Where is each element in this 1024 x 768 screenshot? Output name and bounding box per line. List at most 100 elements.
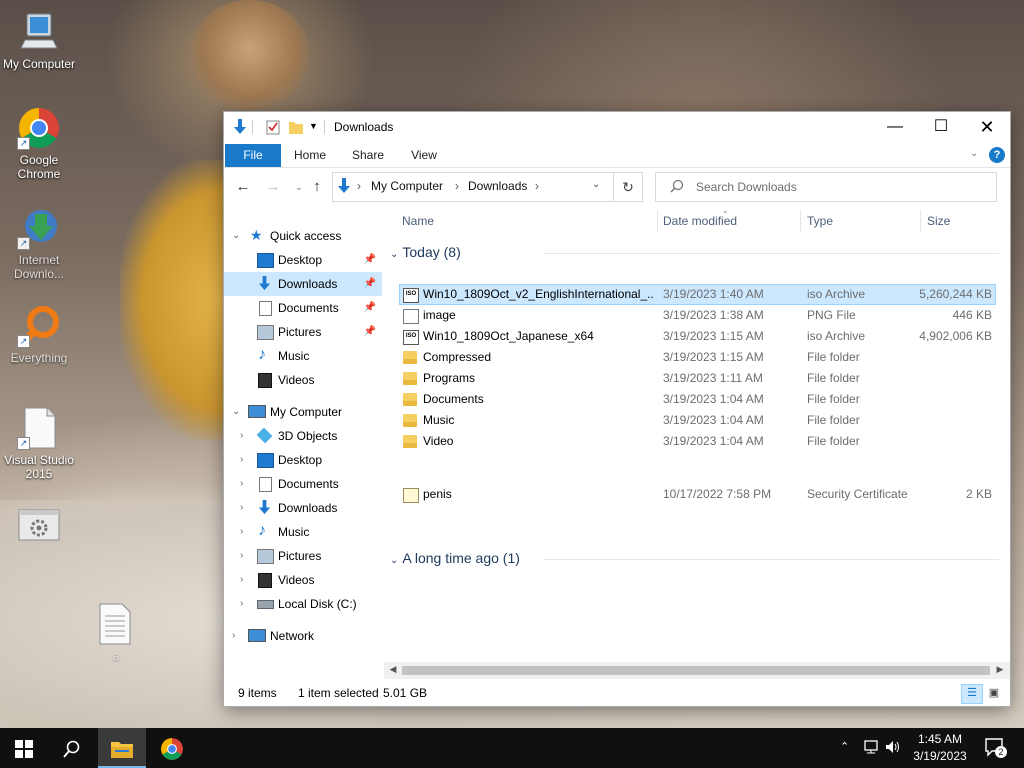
desktop-icon-my-computer[interactable]: My Computer [1,10,77,71]
collapsed-chevron-icon[interactable]: › [240,448,250,472]
group-header-today[interactable]: ⌄ Today (8) [390,244,461,260]
file-type: iso Archive [807,287,866,301]
taskbar-chrome-icon[interactable] [148,728,196,768]
nav-local-disk[interactable]: › Local Disk (C:) [224,592,382,616]
group-collapse-chevron-icon[interactable]: ⌄ [390,249,398,260]
up-arrow-icon[interactable]: ↑ [306,176,328,198]
back-arrow-icon[interactable]: ← [232,176,254,198]
desktop-icon-settings-shortcut[interactable] [1,508,77,555]
tab-home[interactable]: Home [286,144,334,167]
column-divider[interactable] [920,210,921,232]
column-header-name[interactable]: Name [402,214,434,228]
desktop-icon-internet-download-manager[interactable]: ↗ Internet Downlo... [1,206,77,281]
breadcrumb-downloads[interactable]: Downloads [468,179,527,193]
taskbar-file-explorer-icon[interactable] [98,728,146,768]
close-button[interactable]: ✕ [964,112,1010,142]
column-header-date-modified[interactable]: Date modified [663,214,737,228]
taskbar-clock[interactable]: 1:45 AM 3/19/2023 [900,731,980,765]
pin-icon[interactable]: 📌 [364,248,376,272]
new-folder-icon[interactable] [288,118,304,136]
file-row[interactable]: penis 10/17/2022 7:58 PM Security Certific… [399,484,996,505]
nav-quick-music[interactable]: ♪ Music [224,344,382,368]
pin-icon[interactable]: 📌 [364,320,376,344]
nav-videos[interactable]: › Videos [224,568,382,592]
file-row[interactable]: Music 3/19/2023 1:04 AM File folder [399,410,996,431]
column-header-type[interactable]: Type [807,214,833,228]
address-bar[interactable]: › My Computer › Downloads › ⌄ [332,172,614,202]
minimize-button[interactable]: — [872,112,918,142]
tab-file[interactable]: File [225,144,281,167]
collapsed-chevron-icon[interactable]: › [240,544,250,568]
maximize-button[interactable]: ☐ [918,112,964,142]
expanded-chevron-icon[interactable]: ⌄ [232,224,242,248]
nav-quick-desktop[interactable]: Desktop 📌 [224,248,382,272]
file-row[interactable]: Compressed 3/19/2023 1:15 AM File folder [399,347,996,368]
desktop-icon-visual-studio-2015[interactable]: ↗ Visual Studio 2015 [1,406,77,481]
column-divider[interactable] [657,210,658,232]
desktop-icon-text-file[interactable]: a [78,602,154,663]
scroll-right-icon[interactable]: ▶ [993,664,1007,675]
ribbon-expand-chevron-icon[interactable]: ⌄ [970,148,978,159]
nav-quick-documents[interactable]: Documents 📌 [224,296,382,320]
scrollbar-thumb[interactable] [402,666,990,675]
quick-access-dropdown-icon[interactable]: ▼ [309,121,318,139]
desktop-icon-google-chrome[interactable]: ↗ Google Chrome [1,106,77,181]
expanded-chevron-icon[interactable]: ⌄ [232,400,242,424]
nav-quick-pictures[interactable]: Pictures 📌 [224,320,382,344]
title-bar[interactable]: ▼ Downloads — ☐ ✕ [224,112,1010,144]
collapsed-chevron-icon[interactable]: › [240,520,250,544]
nav-pictures[interactable]: › Pictures [224,544,382,568]
breadcrumb-separator-icon: › [535,179,539,193]
breadcrumb-my-computer[interactable]: My Computer [371,179,443,193]
hard-drive-icon [257,600,274,609]
nav-quick-videos[interactable]: Videos [224,368,382,392]
show-hidden-icons-chevron-icon[interactable]: ⌃ [840,740,849,753]
taskbar-search-icon[interactable] [48,728,96,768]
group-header-long-time-ago[interactable]: ⌄ A long time ago (1) [390,550,520,566]
properties-check-icon[interactable] [266,118,280,136]
collapsed-chevron-icon[interactable]: › [240,472,250,496]
help-icon[interactable]: ? [989,147,1005,163]
nav-network[interactable]: › Network [224,624,382,648]
pictures-icon [257,549,274,564]
desktop-icon-everything[interactable]: ↗ Everything [1,304,77,365]
column-divider[interactable] [800,210,801,232]
large-icons-view-icon[interactable]: ▣ [986,685,1002,701]
details-view-icon[interactable]: ☰ [961,684,983,704]
nav-music[interactable]: › ♪ Music [224,520,382,544]
tab-view[interactable]: View [400,144,448,167]
file-row[interactable]: ISO Win10_1809Oct_Japanese_x64 3/19/2023 1… [399,326,996,347]
network-status-icon[interactable] [862,739,880,758]
address-dropdown-icon[interactable]: ⌄ [592,179,600,190]
nav-quick-access[interactable]: ⌄ ★ Quick access [224,224,382,248]
file-row[interactable]: Programs 3/19/2023 1:11 AM File folder [399,368,996,389]
pin-icon[interactable]: 📌 [364,272,376,296]
nav-quick-downloads[interactable]: Downloads 📌 [224,272,382,296]
pin-icon[interactable]: 📌 [364,296,376,320]
group-collapse-chevron-icon[interactable]: ⌄ [390,555,398,566]
collapsed-chevron-icon[interactable]: › [240,496,250,520]
file-row[interactable]: Documents 3/19/2023 1:04 AM File folder [399,389,996,410]
tab-share[interactable]: Share [344,144,392,167]
start-windows-icon[interactable] [0,728,48,768]
nav-downloads[interactable]: › Downloads [224,496,382,520]
collapsed-chevron-icon[interactable]: › [232,624,242,648]
nav-3d-objects[interactable]: › 3D Objects [224,424,382,448]
collapsed-chevron-icon[interactable]: › [240,592,250,616]
collapsed-chevron-icon[interactable]: › [240,424,250,448]
nav-documents[interactable]: › Documents [224,472,382,496]
nav-desktop[interactable]: › Desktop [224,448,382,472]
forward-arrow-icon[interactable]: → [262,176,284,198]
search-input[interactable]: Search Downloads [655,172,997,202]
nav-my-computer[interactable]: ⌄ My Computer [224,400,382,424]
horizontal-scrollbar[interactable]: ◀ ▶ [384,662,1010,679]
file-row[interactable]: ISO Win10_1809Oct_v2_EnglishInternational… [399,284,996,305]
refresh-icon[interactable]: ↻ [614,172,643,202]
download-arrow-icon[interactable] [232,118,248,136]
collapsed-chevron-icon[interactable]: › [240,568,250,592]
action-center-notification-icon[interactable]: 2 [984,737,1007,759]
file-row[interactable]: Video 3/19/2023 1:04 AM File folder [399,431,996,452]
column-header-size[interactable]: Size [927,214,950,228]
file-row[interactable]: image 3/19/2023 1:38 AM PNG File 446 KB [399,305,996,326]
scroll-left-icon[interactable]: ◀ [386,664,400,675]
